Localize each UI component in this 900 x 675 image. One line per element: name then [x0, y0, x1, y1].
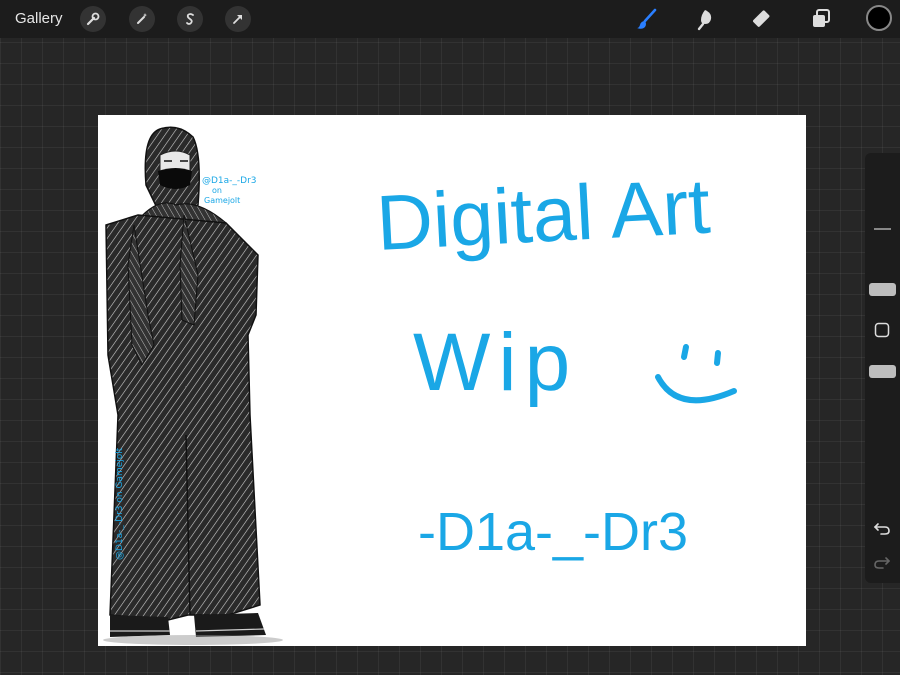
magic-wand-icon[interactable] — [129, 6, 155, 32]
watermark-top-line1: @D1a-_-Dr3 — [202, 176, 257, 186]
redo-icon[interactable] — [871, 551, 893, 573]
figure-drawing — [103, 126, 283, 645]
brush-size-slider[interactable] — [869, 283, 896, 296]
artwork: @D1a-_-Dr3 on Gamejolt @D1a-_-Dr3 on Gam… — [103, 126, 737, 645]
selection-s-icon[interactable] — [177, 6, 203, 32]
size-slider-track-mark — [874, 228, 891, 230]
undo-icon[interactable] — [871, 517, 893, 539]
transform-arrow-icon[interactable] — [225, 6, 251, 32]
square-modify-icon[interactable] — [871, 319, 893, 341]
smiley-drawing — [655, 344, 737, 404]
signature: -D1a-_-Dr3 — [418, 502, 688, 562]
top-toolbar: Gallery — [0, 0, 900, 38]
brush-icon[interactable] — [632, 4, 662, 34]
handwritten-text: Digital Art Wip -D1a-_-Dr3 — [374, 162, 712, 562]
brush-opacity-slider[interactable] — [869, 365, 896, 378]
watermark-side: @D1a-_-Dr3 on Gamejolt — [115, 447, 125, 560]
gallery-button[interactable]: Gallery — [15, 10, 63, 27]
layers-icon[interactable] — [806, 4, 836, 34]
watermark-top-line2: on — [212, 186, 222, 195]
smudge-icon[interactable] — [690, 4, 720, 34]
brush-sidebar — [865, 153, 900, 583]
watermark-top-line3: Gamejolt — [204, 196, 240, 205]
wrench-icon[interactable] — [80, 6, 106, 32]
eraser-icon[interactable] — [748, 4, 778, 34]
color-picker-swatch[interactable] — [866, 5, 892, 31]
title-line2: Wip — [413, 317, 578, 408]
drawing-canvas[interactable]: @D1a-_-Dr3 on Gamejolt @D1a-_-Dr3 on Gam… — [98, 115, 806, 646]
title-line1: Digital Art — [374, 162, 712, 267]
